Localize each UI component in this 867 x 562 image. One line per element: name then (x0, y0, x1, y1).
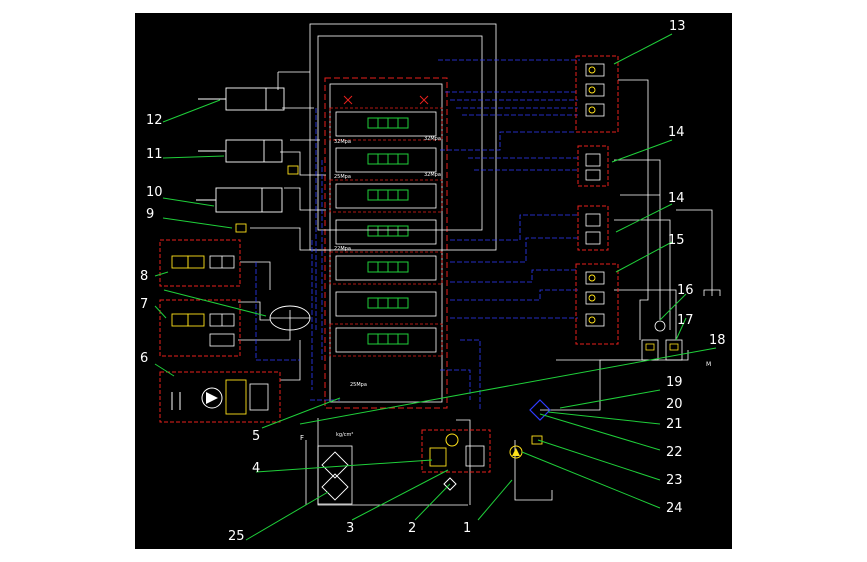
callout-9: 9 (146, 207, 154, 222)
right-valves (575, 55, 619, 345)
callout-19: 19 (666, 375, 683, 390)
callout-25: 25 (228, 529, 245, 544)
pressure-label: 32Mpa (424, 136, 441, 142)
callout-14: 14 (668, 125, 685, 140)
callout-23: 23 (666, 473, 683, 488)
callout-4: 4 (252, 461, 260, 476)
callout-10: 10 (146, 185, 163, 200)
callout-3: 3 (346, 521, 354, 536)
callout-20: 20 (666, 397, 683, 412)
callout-16: 16 (677, 283, 694, 298)
callout-6: 6 (140, 351, 148, 366)
unit-label: kg/cm² (336, 432, 353, 438)
hydraulic-cylinders (196, 87, 299, 233)
valve-assemblies-left (159, 239, 311, 357)
callout-1: 1 (463, 521, 471, 536)
white-pipelines (238, 23, 721, 506)
motor-label: M (706, 361, 711, 368)
callout-17: 17 (677, 313, 694, 328)
hydraulic-schematic-canvas: 32Mpa 32Mpa 25Mpa 32Mpa 22Mpa 25Mpa M F … (135, 13, 732, 549)
callouts: 13 12 11 10 9 8 7 6 5 4 3 2 1 25 14 14 1… (140, 19, 726, 544)
pressure-label: 25Mpa (350, 382, 367, 388)
callout-7: 7 (140, 297, 148, 312)
callout-8: 8 (140, 269, 148, 284)
callout-2: 2 (408, 521, 416, 536)
callout-11: 11 (146, 147, 163, 162)
filter-label: F (300, 434, 304, 442)
callout-22: 22 (666, 445, 683, 460)
pressure-label: 22Mpa (334, 246, 351, 252)
main-valve-block (324, 77, 448, 409)
callout-5: 5 (252, 429, 260, 444)
blue-pilot-lines (255, 59, 580, 410)
pressure-label: 32Mpa (424, 172, 441, 178)
callout-15: 15 (668, 233, 685, 248)
callout-21: 21 (666, 417, 683, 432)
pressure-label: 32Mpa (334, 139, 351, 145)
pressure-label: 25Mpa (334, 174, 351, 180)
callout-24: 24 (666, 501, 683, 516)
pump-unit-6 (159, 371, 281, 423)
callout-12: 12 (146, 113, 163, 128)
callout-13: 13 (669, 19, 686, 34)
callout-18: 18 (709, 333, 726, 348)
callout-14: 14 (668, 191, 685, 206)
